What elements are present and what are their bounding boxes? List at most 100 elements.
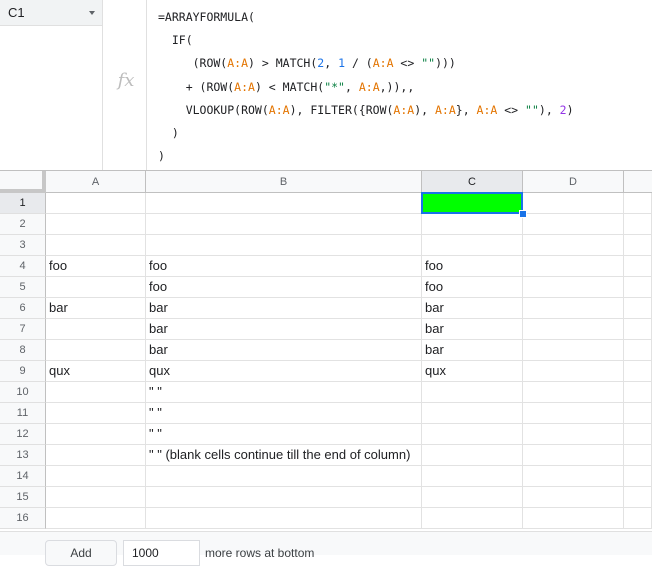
row-header[interactable]: 12 <box>0 424 46 445</box>
row-header[interactable]: 7 <box>0 319 46 340</box>
selected-cell-c1[interactable] <box>421 192 523 214</box>
row-header[interactable]: 5 <box>0 277 46 298</box>
table-cell[interactable] <box>523 214 624 235</box>
row-header[interactable]: 15 <box>0 487 46 508</box>
fill-handle[interactable] <box>519 210 527 218</box>
table-cell[interactable] <box>624 466 652 487</box>
table-cell[interactable] <box>523 298 624 319</box>
table-cell[interactable]: foo <box>422 277 523 298</box>
table-cell[interactable] <box>624 361 652 382</box>
row-header[interactable]: 8 <box>0 340 46 361</box>
column-header-partial[interactable] <box>624 171 652 193</box>
table-cell[interactable] <box>146 193 422 214</box>
table-cell[interactable] <box>46 403 146 424</box>
table-cell[interactable] <box>146 487 422 508</box>
table-cell[interactable] <box>422 508 523 529</box>
row-header[interactable]: 9 <box>0 361 46 382</box>
add-rows-button[interactable]: Add <box>45 540 117 566</box>
column-header-a[interactable]: A <box>46 171 146 193</box>
table-cell[interactable]: bar <box>146 319 422 340</box>
table-cell[interactable] <box>422 445 523 466</box>
table-cell[interactable] <box>146 508 422 529</box>
table-cell[interactable] <box>523 466 624 487</box>
table-cell[interactable] <box>523 382 624 403</box>
table-cell[interactable] <box>422 382 523 403</box>
table-cell[interactable] <box>624 214 652 235</box>
table-cell[interactable] <box>422 424 523 445</box>
table-cell[interactable]: " " <box>146 424 422 445</box>
table-cell[interactable]: bar <box>422 340 523 361</box>
table-cell[interactable] <box>422 466 523 487</box>
table-cell[interactable] <box>624 424 652 445</box>
table-cell[interactable] <box>523 361 624 382</box>
table-cell[interactable]: bar <box>146 298 422 319</box>
table-cell[interactable] <box>46 382 146 403</box>
table-cell[interactable] <box>624 298 652 319</box>
formula-input[interactable]: =ARRAYFORMULA( IF( (ROW(A:A) > MATCH(2, … <box>158 6 648 168</box>
table-cell[interactable] <box>624 403 652 424</box>
table-cell[interactable]: qux <box>46 361 146 382</box>
table-cell[interactable] <box>523 487 624 508</box>
table-cell[interactable] <box>523 235 624 256</box>
table-cell[interactable] <box>624 445 652 466</box>
table-cell[interactable] <box>46 424 146 445</box>
table-cell[interactable]: foo <box>146 256 422 277</box>
table-cell[interactable] <box>146 214 422 235</box>
chevron-down-icon[interactable] <box>89 11 95 15</box>
row-header[interactable]: 16 <box>0 508 46 529</box>
table-cell[interactable] <box>46 193 146 214</box>
table-cell[interactable] <box>46 466 146 487</box>
table-cell[interactable]: " " <box>146 403 422 424</box>
table-cell[interactable] <box>624 319 652 340</box>
table-cell[interactable] <box>523 445 624 466</box>
row-header[interactable]: 11 <box>0 403 46 424</box>
table-cell[interactable] <box>624 235 652 256</box>
table-cell[interactable]: bar <box>46 298 146 319</box>
table-cell[interactable] <box>523 319 624 340</box>
row-header[interactable]: 13 <box>0 445 46 466</box>
table-cell[interactable]: foo <box>422 256 523 277</box>
name-box[interactable]: C1 <box>0 0 102 26</box>
table-cell[interactable] <box>146 466 422 487</box>
table-cell[interactable] <box>523 340 624 361</box>
table-cell[interactable] <box>523 277 624 298</box>
table-cell[interactable] <box>523 193 624 214</box>
table-cell[interactable] <box>46 277 146 298</box>
table-cell[interactable] <box>624 340 652 361</box>
table-cell[interactable] <box>523 403 624 424</box>
table-cell[interactable] <box>146 235 422 256</box>
table-cell[interactable]: qux <box>146 361 422 382</box>
column-header-d[interactable]: D <box>523 171 624 193</box>
column-header-b[interactable]: B <box>146 171 422 193</box>
table-cell[interactable] <box>624 508 652 529</box>
table-cell[interactable]: " " (blank cells continue till the end o… <box>146 445 422 466</box>
select-all-corner[interactable] <box>0 171 46 193</box>
table-cell[interactable] <box>523 256 624 277</box>
table-cell[interactable] <box>46 340 146 361</box>
table-cell[interactable] <box>46 487 146 508</box>
table-cell[interactable]: foo <box>46 256 146 277</box>
table-cell[interactable] <box>523 508 624 529</box>
rows-count-input[interactable] <box>123 540 200 566</box>
row-header[interactable]: 14 <box>0 466 46 487</box>
row-header[interactable]: 1 <box>0 193 46 214</box>
table-cell[interactable]: bar <box>422 319 523 340</box>
table-cell[interactable]: bar <box>422 298 523 319</box>
row-header[interactable]: 3 <box>0 235 46 256</box>
table-cell[interactable] <box>422 403 523 424</box>
row-header[interactable]: 4 <box>0 256 46 277</box>
table-cell[interactable] <box>523 424 624 445</box>
table-cell[interactable] <box>46 508 146 529</box>
table-cell[interactable]: " " <box>146 382 422 403</box>
table-cell[interactable] <box>624 256 652 277</box>
table-cell[interactable] <box>46 214 146 235</box>
table-cell[interactable] <box>46 445 146 466</box>
table-cell[interactable] <box>46 319 146 340</box>
table-cell[interactable] <box>422 235 523 256</box>
table-cell[interactable]: qux <box>422 361 523 382</box>
table-cell[interactable] <box>624 487 652 508</box>
row-header[interactable]: 10 <box>0 382 46 403</box>
table-cell[interactable] <box>46 235 146 256</box>
table-cell[interactable] <box>624 382 652 403</box>
table-cell[interactable] <box>624 277 652 298</box>
